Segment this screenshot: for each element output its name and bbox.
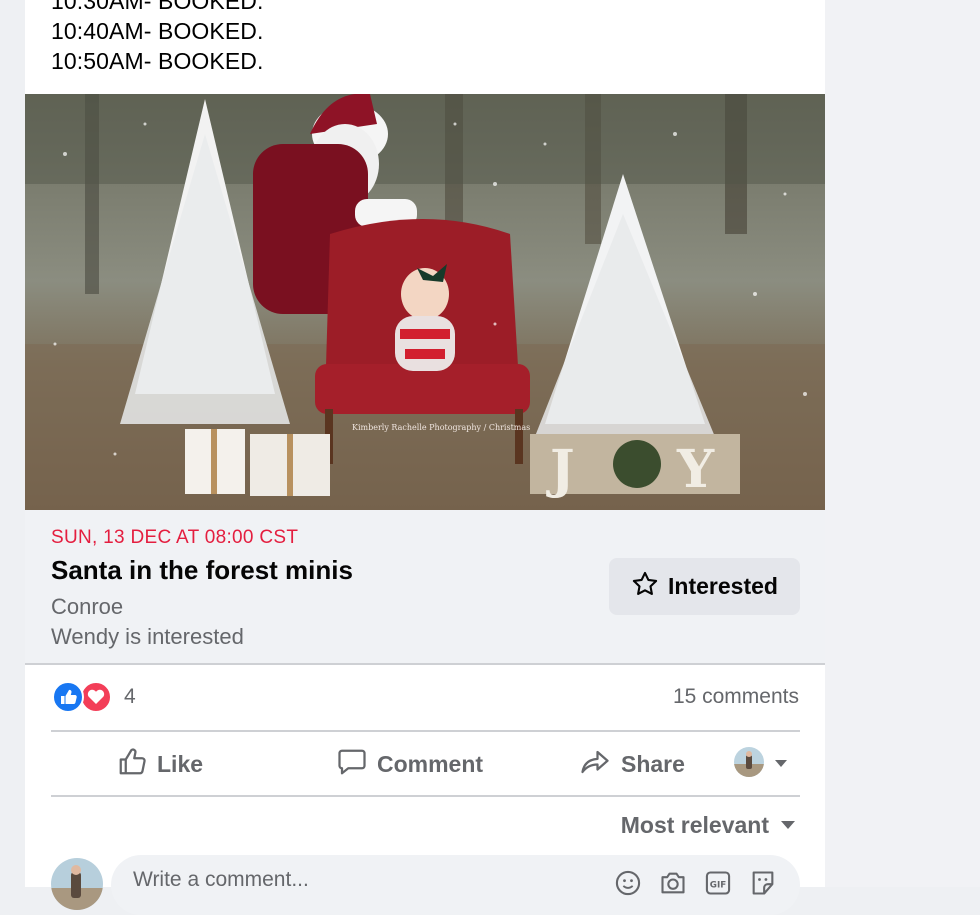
event-cover-photo[interactable]: J Y Kimberly Rachelle Photography / Chri…	[25, 94, 825, 510]
action-bar: Like Comment Share	[51, 732, 800, 796]
share-button[interactable]: Share	[579, 732, 685, 796]
event-info: SUN, 13 DEC AT 08:00 CST Santa in the fo…	[25, 510, 825, 665]
like-label: Like	[157, 750, 204, 777]
right-background	[825, 0, 980, 887]
chevron-down-icon	[781, 817, 795, 835]
divider	[51, 795, 800, 797]
post-card: 10:30AM- BOOKED. 10:40AM- BOOKED. 10:50A…	[25, 0, 825, 915]
current-user-avatar[interactable]	[51, 858, 103, 910]
reaction-count[interactable]: 4	[124, 685, 136, 709]
like-reaction-icon	[52, 681, 84, 713]
sort-label: Most relevant	[620, 812, 769, 838]
event-date: SUN, 13 DEC AT 08:00 CST	[51, 527, 299, 548]
comment-button[interactable]: Comment	[337, 732, 483, 796]
slot-line: 10:30AM- BOOKED.	[51, 0, 264, 14]
share-arrow-icon	[579, 747, 611, 782]
booking-slots: 10:30AM- BOOKED. 10:40AM- BOOKED. 10:50A…	[51, 0, 264, 76]
post-as-selector[interactable]	[733, 732, 787, 796]
love-reaction-icon	[80, 681, 112, 713]
sticker-icon[interactable]	[749, 869, 777, 897]
share-label: Share	[621, 750, 685, 777]
interested-button[interactable]: Interested	[609, 558, 800, 615]
slot-line: 10:40AM- BOOKED.	[51, 18, 264, 44]
svg-text:Y: Y	[676, 439, 715, 500]
comment-bubble-icon	[337, 747, 367, 782]
comment-label: Comment	[377, 750, 484, 777]
chevron-down-icon	[775, 755, 787, 773]
gif-icon[interactable]: GIF	[704, 869, 732, 897]
sort-comments-dropdown[interactable]: Most relevant	[621, 812, 795, 839]
star-icon	[631, 570, 659, 603]
event-location: Conroe	[51, 594, 124, 619]
photo-watermark: Kimberly Rachelle Photography / Christma…	[352, 423, 530, 432]
comment-composer: GIF	[111, 855, 800, 915]
emoji-icon[interactable]	[614, 869, 642, 897]
interested-label: Interested	[668, 573, 778, 599]
svg-text:J: J	[546, 439, 575, 500]
reactions-bar: 4 15 comments	[25, 665, 825, 731]
slot-line: 10:50AM- BOOKED.	[51, 48, 264, 74]
event-title[interactable]: Santa in the forest minis	[51, 555, 353, 586]
camera-icon[interactable]	[659, 869, 687, 897]
like-button[interactable]: Like	[117, 732, 203, 796]
reaction-icons[interactable]	[52, 681, 114, 713]
comments-count[interactable]: 15 comments	[673, 685, 799, 709]
thumbs-up-icon	[117, 747, 147, 782]
interest-note: Wendy is interested	[51, 624, 244, 649]
avatar	[733, 746, 765, 783]
comment-input[interactable]	[131, 867, 595, 893]
svg-text:GIF: GIF	[710, 881, 726, 891]
